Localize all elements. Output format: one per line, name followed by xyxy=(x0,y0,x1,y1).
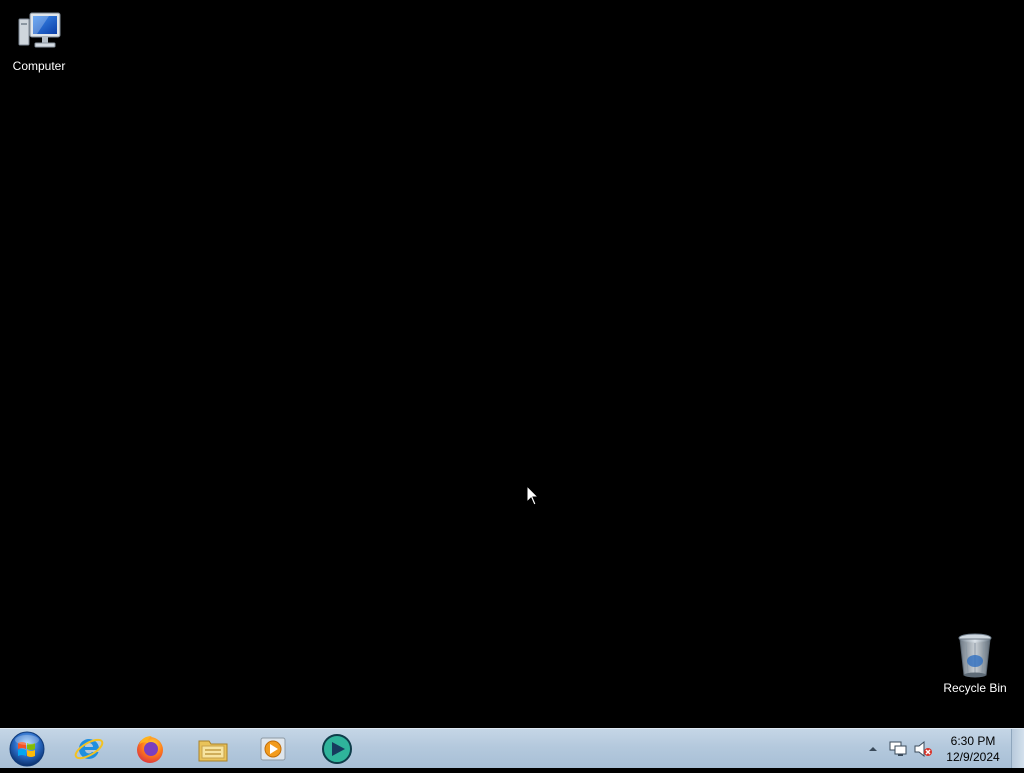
file-explorer-folder-icon xyxy=(198,740,228,762)
desktop-icon-label: Recycle Bin xyxy=(943,681,1007,695)
desktop-icon-recycle-bin[interactable]: Recycle Bin xyxy=(937,631,1013,695)
media-player-icon xyxy=(260,737,286,761)
app-globe-icon xyxy=(322,734,352,764)
mouse-cursor-icon xyxy=(526,485,540,506)
taskbar-pin-internet-explorer[interactable] xyxy=(61,731,117,767)
taskbar: 6:30 PM 12/9/2024 xyxy=(0,728,1024,768)
windows-start-orb-icon xyxy=(9,731,45,767)
taskbar-pin-app[interactable] xyxy=(309,731,365,767)
show-desktop-button[interactable] xyxy=(1011,729,1024,768)
network-icon[interactable] xyxy=(888,740,908,758)
clock-date: 12/9/2024 xyxy=(946,750,1000,764)
recycle-bin-icon xyxy=(958,633,992,678)
start-button[interactable] xyxy=(6,730,48,768)
desktop-icon-computer[interactable]: Computer xyxy=(1,9,77,73)
desktop-icon-label: Computer xyxy=(12,59,66,73)
show-hidden-icons-arrow-icon[interactable] xyxy=(866,742,880,756)
firefox-icon xyxy=(137,736,163,763)
clock-time: 6:30 PM xyxy=(950,734,996,748)
desktop[interactable]: Computer Recycle Bin xyxy=(0,0,1024,728)
volume-muted-icon[interactable] xyxy=(913,740,933,758)
internet-explorer-icon xyxy=(74,738,104,760)
computer-icon xyxy=(18,12,61,48)
taskbar-pin-media-player[interactable] xyxy=(245,731,301,767)
system-clock[interactable]: 6:30 PM 12/9/2024 xyxy=(940,733,1006,765)
taskbar-pin-windows-explorer[interactable] xyxy=(185,731,241,767)
taskbar-pin-firefox[interactable] xyxy=(122,731,178,767)
